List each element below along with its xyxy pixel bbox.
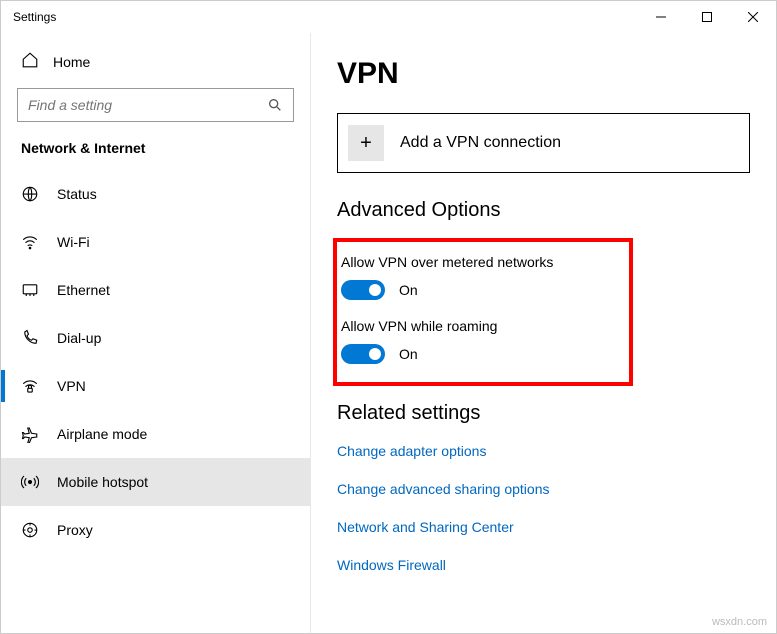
add-vpn-button[interactable]: + Add a VPN connection — [337, 113, 750, 173]
window-title: Settings — [13, 10, 56, 24]
sidebar-item-label: Ethernet — [57, 282, 110, 298]
roaming-state: On — [399, 346, 418, 362]
advanced-options-heading: Advanced Options — [337, 199, 750, 222]
page-title: VPN — [337, 57, 750, 91]
sidebar-item-label: Airplane mode — [57, 426, 147, 442]
link-center[interactable]: Network and Sharing Center — [337, 519, 750, 535]
metered-toggle[interactable] — [341, 280, 385, 300]
home-label: Home — [53, 54, 90, 70]
settings-window: Settings Home Network & Internet — [0, 0, 777, 634]
vpn-icon — [21, 377, 39, 395]
link-sharing[interactable]: Change advanced sharing options — [337, 481, 750, 497]
sidebar-item-ethernet[interactable]: Ethernet — [1, 266, 310, 314]
sidebar-item-hotspot[interactable]: Mobile hotspot — [1, 458, 310, 506]
wifi-icon — [21, 233, 39, 251]
minimize-button[interactable] — [638, 1, 684, 33]
titlebar: Settings — [1, 1, 776, 33]
add-vpn-label: Add a VPN connection — [400, 134, 561, 152]
airplane-icon — [21, 425, 39, 443]
home-icon — [21, 51, 39, 72]
roaming-label: Allow VPN while roaming — [337, 318, 615, 334]
sidebar-item-label: Proxy — [57, 522, 93, 538]
metered-label: Allow VPN over metered networks — [337, 254, 615, 270]
roaming-toggle[interactable] — [341, 344, 385, 364]
sidebar-item-status[interactable]: Status — [1, 170, 310, 218]
maximize-button[interactable] — [684, 1, 730, 33]
sidebar-item-label: Wi-Fi — [57, 234, 90, 250]
dialup-icon — [21, 329, 39, 347]
sidebar-item-dialup[interactable]: Dial-up — [1, 314, 310, 362]
highlighted-region: Allow VPN over metered networks On Allow… — [333, 238, 633, 386]
sidebar-item-label: Status — [57, 186, 97, 202]
search-input[interactable] — [28, 97, 267, 113]
home-link[interactable]: Home — [1, 33, 310, 88]
hotspot-icon — [21, 473, 39, 491]
sidebar-item-wifi[interactable]: Wi-Fi — [1, 218, 310, 266]
sidebar-item-label: Dial-up — [57, 330, 101, 346]
sidebar: Home Network & Internet Status Wi-Fi Eth… — [1, 33, 311, 633]
related-settings: Related settings Change adapter options … — [337, 402, 750, 573]
status-icon — [21, 185, 39, 203]
link-adapter[interactable]: Change adapter options — [337, 443, 750, 459]
search-box[interactable] — [17, 88, 294, 122]
category-header: Network & Internet — [1, 140, 310, 170]
search-icon — [267, 97, 283, 113]
proxy-icon — [21, 521, 39, 539]
plus-icon: + — [348, 125, 384, 161]
sidebar-item-airplane[interactable]: Airplane mode — [1, 410, 310, 458]
sidebar-item-vpn[interactable]: VPN — [1, 362, 310, 410]
metered-state: On — [399, 282, 418, 298]
main-panel: VPN + Add a VPN connection Advanced Opti… — [311, 33, 776, 633]
close-button[interactable] — [730, 1, 776, 33]
sidebar-item-proxy[interactable]: Proxy — [1, 506, 310, 554]
sidebar-item-label: Mobile hotspot — [57, 474, 148, 490]
ethernet-icon — [21, 281, 39, 299]
related-heading: Related settings — [337, 402, 750, 425]
watermark: wsxdn.com — [712, 616, 767, 628]
sidebar-item-label: VPN — [57, 378, 86, 394]
link-firewall[interactable]: Windows Firewall — [337, 557, 750, 573]
